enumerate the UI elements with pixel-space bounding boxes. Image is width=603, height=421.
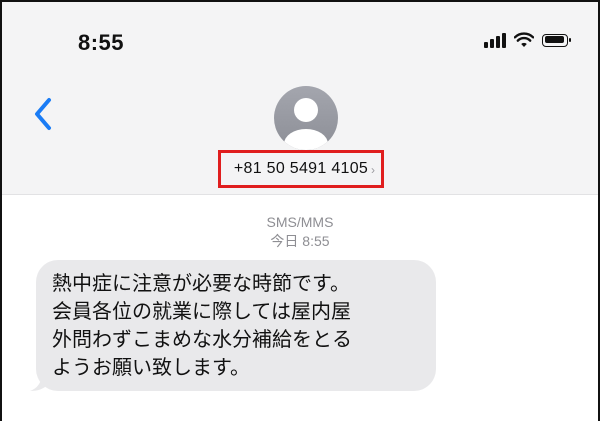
- message-line: ようお願い致します。: [52, 355, 250, 379]
- service-label: SMS/MMS: [266, 214, 334, 230]
- message-line: 熱中症に注意が必要な時節です。: [52, 271, 350, 295]
- message-timestamp: 今日 8:55: [270, 233, 330, 249]
- contact-number: +81 50 5491 4105: [233, 160, 369, 177]
- cellular-signal-icon: [484, 32, 506, 48]
- contact-avatar[interactable]: [274, 86, 338, 150]
- chevron-right-icon: ›: [371, 163, 375, 177]
- person-avatar-icon: [284, 98, 328, 150]
- status-icons: [484, 32, 571, 48]
- conversation-header: 8:55 +81 50 5491 4105 ›: [2, 2, 598, 195]
- phone-screen: 8:55 +81 50 5491 4105 › SMS/MMS 今日 8:55 …: [0, 0, 600, 421]
- status-time: 8:55: [78, 30, 125, 55]
- contact-info-button[interactable]: +81 50 5491 4105 ›: [218, 150, 384, 188]
- back-button[interactable]: [32, 97, 62, 137]
- message-line: 外問わずこまめな水分補給をとる: [52, 327, 352, 351]
- battery-icon: [542, 33, 571, 47]
- chevron-left-icon: [35, 98, 51, 130]
- incoming-message-bubble[interactable]: 熱中症に注意が必要な時節です。 会員各位の就業に際しては屋内屋 外問わずこまめな…: [36, 260, 436, 391]
- wifi-icon: [514, 32, 534, 47]
- message-line: 会員各位の就業に際しては屋内屋: [52, 299, 351, 323]
